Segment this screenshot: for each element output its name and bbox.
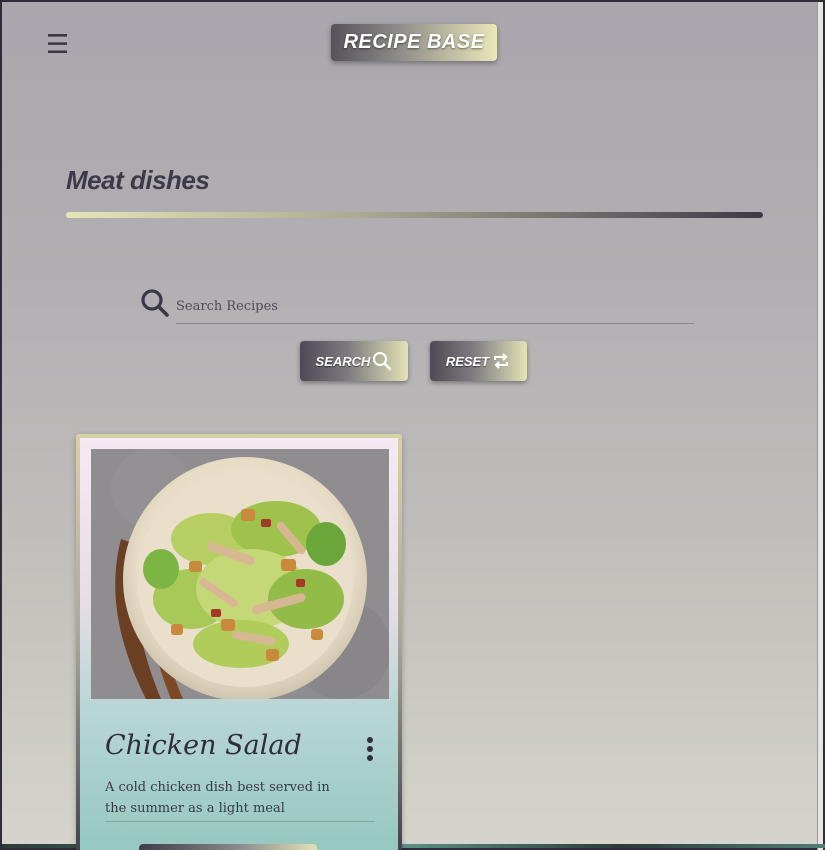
reset-button[interactable]: RESET [430, 341, 527, 381]
card-divider [105, 821, 375, 822]
brand-logo[interactable]: RECIPE BASE [331, 24, 497, 61]
recipe-card[interactable]: Chicken Salad A cold chicken dish best s… [76, 434, 402, 850]
recipe-title[interactable]: Chicken Salad [105, 730, 302, 761]
search-button[interactable]: SEARCH [300, 341, 408, 381]
search-icon [141, 289, 169, 317]
recipe-view-button[interactable] [139, 844, 317, 850]
hamburger-menu-icon[interactable]: ☰ [46, 32, 70, 58]
refresh-icon [494, 353, 509, 369]
title-divider [66, 212, 763, 218]
scrollbar[interactable] [817, 2, 823, 850]
recipe-image[interactable] [91, 449, 389, 699]
recipe-card-body: Chicken Salad A cold chicken dish best s… [80, 438, 398, 850]
recipe-description: A cold chicken dish best served in the s… [105, 780, 330, 816]
page-title: Meat dishes [66, 165, 210, 195]
magnifier-icon [373, 352, 392, 371]
reset-button-label: RESET [445, 353, 490, 369]
more-vertical-icon[interactable] [362, 736, 378, 762]
brand-label: RECIPE BASE [343, 31, 485, 53]
search-button-label: SEARCH [315, 353, 371, 369]
search-input[interactable] [176, 290, 694, 324]
